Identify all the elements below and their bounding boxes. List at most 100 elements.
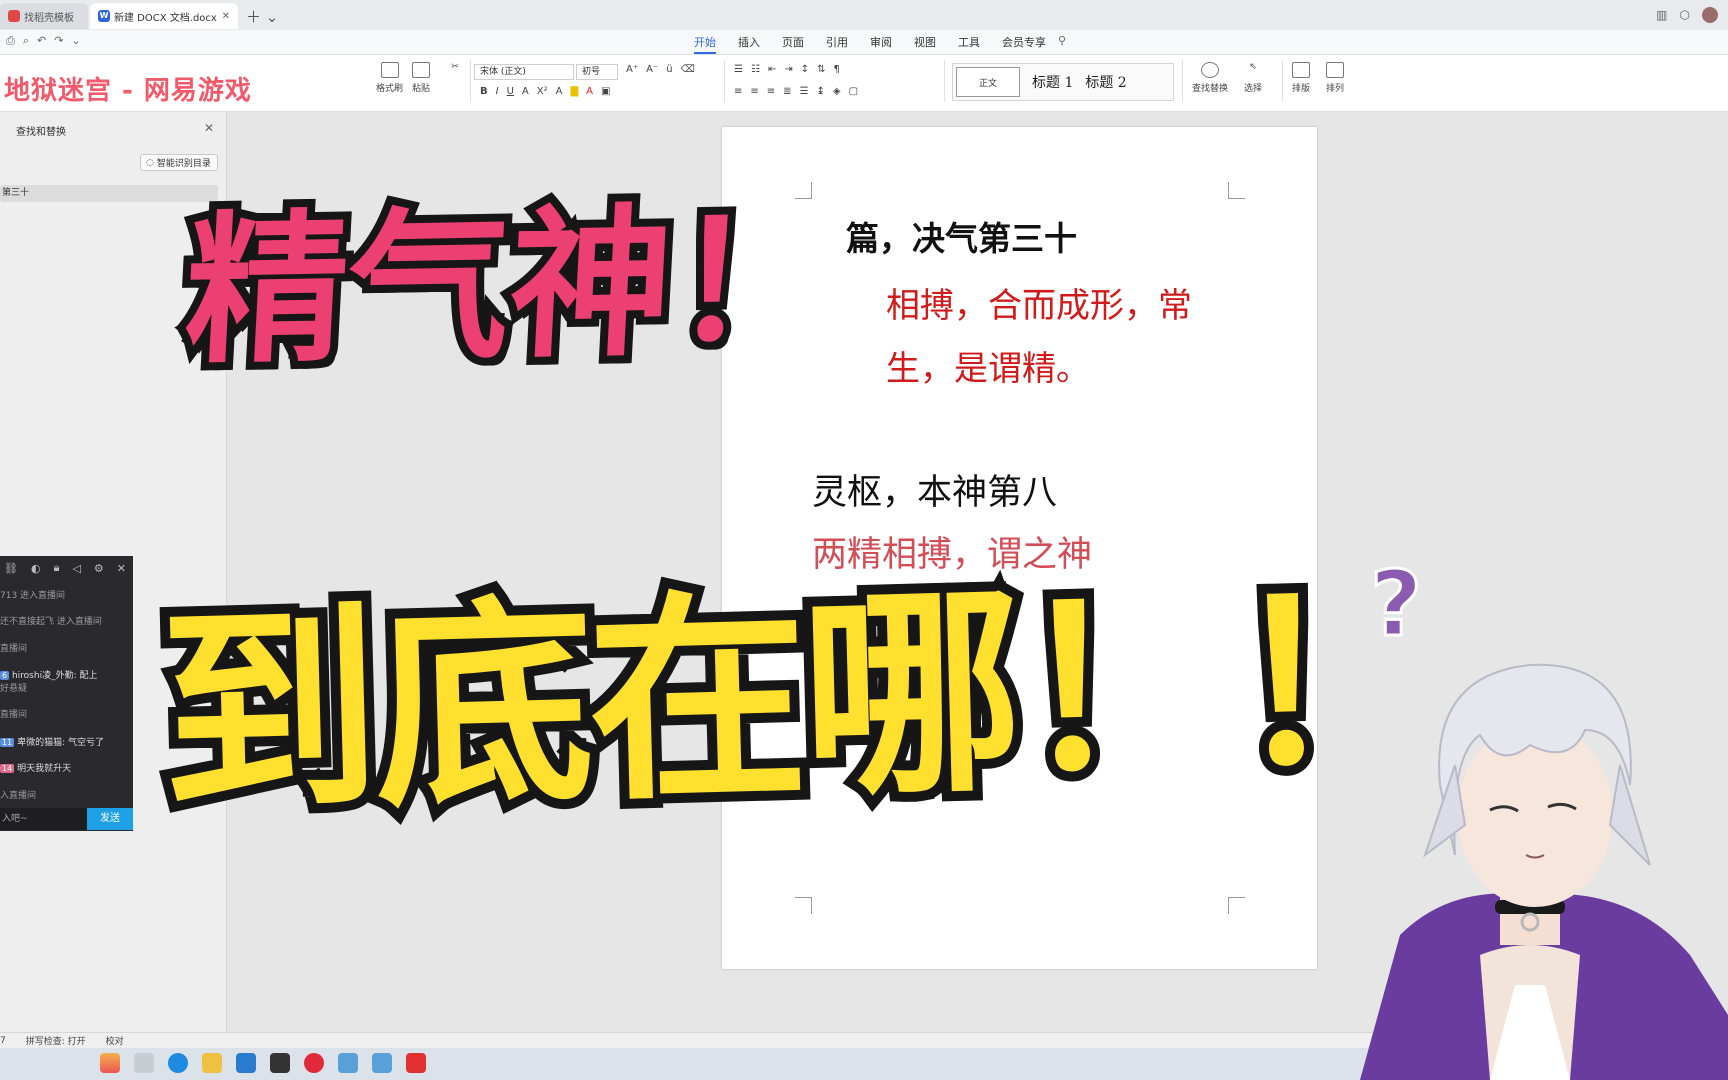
tab-member[interactable]: 会员专享: [1002, 34, 1046, 50]
shrink-font-icon[interactable]: A⁻: [646, 64, 658, 75]
line-spacing-icon[interactable]: ↨: [817, 86, 825, 97]
number-list-icon[interactable]: ☷: [751, 64, 760, 75]
layout-icon[interactable]: ▥: [1656, 8, 1667, 22]
border-icon[interactable]: ▢: [849, 86, 858, 97]
distribute-icon[interactable]: ☰: [800, 86, 809, 97]
lock-icon[interactable]: 🔒︎: [54, 561, 60, 575]
link-icon[interactable]: ⛓: [4, 562, 18, 575]
tab-reference[interactable]: 引用: [826, 34, 848, 50]
avatar[interactable]: [1702, 7, 1718, 23]
show-marks-icon[interactable]: ¶: [834, 64, 840, 75]
spell-check-toggle[interactable]: 拼写检查: 打开: [26, 1034, 86, 1047]
format-painter-label: 格式刷: [376, 84, 404, 94]
phonetic-icon[interactable]: ü: [666, 64, 672, 75]
superscript-icon[interactable]: X²: [537, 86, 548, 97]
indent-icon[interactable]: ⇥: [784, 64, 792, 75]
align-center-icon[interactable]: ≡: [750, 86, 758, 97]
tab-template[interactable]: 找稻壳模板: [0, 3, 88, 29]
shading-icon[interactable]: ◈: [833, 86, 841, 97]
tab-page[interactable]: 页面: [782, 34, 804, 50]
app-icon[interactable]: [270, 1053, 290, 1073]
char-shading-icon[interactable]: ▣: [601, 86, 610, 97]
doc-paragraph: 相搏，合而成形，常: [886, 286, 1192, 326]
chevron-down-icon[interactable]: ⌄: [71, 34, 80, 48]
toc-item[interactable]: 第三十: [0, 185, 218, 202]
sort-icon[interactable]: ⇅: [817, 64, 825, 75]
wps-icon[interactable]: [406, 1053, 426, 1073]
align-right-icon[interactable]: ≡: [767, 86, 775, 97]
italic-icon[interactable]: I: [496, 86, 499, 97]
layout-button[interactable]: 排版: [1292, 62, 1310, 94]
style-normal[interactable]: 正文: [956, 67, 1020, 97]
eraser-icon[interactable]: ⌫: [681, 64, 695, 75]
send-button[interactable]: 发送: [87, 808, 133, 830]
nav-pane-title: 查找和替换: [16, 127, 66, 138]
outdent-icon[interactable]: ⇤: [768, 64, 776, 75]
edge-browser-icon[interactable]: [168, 1053, 188, 1073]
page-indicator[interactable]: 7: [0, 1036, 6, 1046]
text-effect-icon[interactable]: A: [556, 86, 563, 97]
close-icon[interactable]: ✕: [222, 11, 230, 22]
underline-icon[interactable]: U: [507, 86, 514, 97]
style-heading-2[interactable]: 标题 2: [1085, 72, 1126, 92]
paste-label: 粘贴: [412, 84, 431, 94]
highlight-icon[interactable]: ▇: [570, 86, 578, 97]
new-tab-button[interactable]: ＋ ⌄: [246, 6, 278, 27]
margin-mark: [1228, 182, 1245, 199]
close-icon[interactable]: ✕: [204, 121, 214, 135]
tab-view[interactable]: 视图: [914, 34, 936, 50]
chat-text: 配上: [79, 671, 98, 681]
layout-icon: [1292, 62, 1310, 78]
volume-icon[interactable]: ◁: [72, 562, 80, 575]
select-button[interactable]: ⇖ 选择: [1244, 62, 1262, 94]
search-icon[interactable]: ⚲: [1058, 34, 1066, 47]
arrange-button[interactable]: 排列: [1326, 62, 1344, 94]
tab-review[interactable]: 审阅: [870, 34, 892, 50]
bullet-list-icon[interactable]: ☰: [734, 64, 743, 75]
chat-message: 直播间: [0, 710, 28, 720]
app-icon[interactable]: [372, 1053, 392, 1073]
music-app-icon[interactable]: [304, 1053, 324, 1073]
tab-insert[interactable]: 插入: [738, 34, 760, 50]
cut-button[interactable]: ✂: [446, 62, 464, 81]
justify-icon[interactable]: ≣: [783, 86, 791, 97]
font-size-select[interactable]: 初号: [576, 64, 618, 80]
format-painter-button[interactable]: 格式刷: [376, 62, 403, 94]
smart-toc-button[interactable]: ◌ 智能识别目录: [140, 154, 218, 171]
folder-icon[interactable]: [202, 1053, 222, 1073]
preview-icon[interactable]: ⌕: [23, 34, 29, 48]
strike-icon[interactable]: A: [522, 86, 529, 97]
paste-button[interactable]: 粘贴: [412, 62, 430, 94]
chat-input[interactable]: 入吧~: [0, 808, 87, 830]
ribbon: [0, 55, 1728, 112]
mail-icon[interactable]: [236, 1053, 256, 1073]
find-replace-button[interactable]: 查找替换: [1192, 62, 1228, 94]
font-color-icon[interactable]: A: [586, 86, 593, 97]
cube-icon[interactable]: ⬡: [1680, 8, 1690, 22]
task-view-icon[interactable]: [134, 1053, 154, 1073]
tab-home[interactable]: 开始: [694, 34, 716, 54]
tab-tools[interactable]: 工具: [958, 34, 980, 50]
gear-icon[interactable]: ⚙: [94, 562, 104, 575]
bold-icon[interactable]: B: [480, 86, 488, 97]
proofread-button[interactable]: 校对: [106, 1034, 124, 1047]
grow-font-icon[interactable]: A⁺: [626, 64, 638, 75]
balloon-widget-icon[interactable]: [100, 1053, 120, 1073]
font-size-tools: A⁺ A⁻ ü ⌫: [626, 64, 695, 75]
redo-icon[interactable]: ↷: [54, 34, 63, 48]
undo-icon[interactable]: ↶: [37, 34, 46, 48]
arrange-icon: [1326, 62, 1344, 78]
font-size-arrow-icon[interactable]: ↕: [801, 64, 809, 75]
level-badge: 6: [0, 671, 10, 680]
speaker-icon[interactable]: ◐: [31, 562, 41, 575]
tab-document[interactable]: W 新建 DOCX 文档.docx ✕: [90, 3, 238, 29]
font-name-select[interactable]: 宋体 (正文): [474, 64, 574, 80]
divider: [724, 60, 725, 102]
style-heading-1[interactable]: 标题 1: [1032, 72, 1073, 92]
print-icon[interactable]: ⎙: [6, 34, 15, 48]
align-left-icon[interactable]: ≡: [734, 86, 742, 97]
margin-mark: [795, 897, 812, 914]
chat-message: 还不直接起飞 进入直播间: [0, 617, 102, 627]
app-icon[interactable]: [338, 1053, 358, 1073]
close-icon[interactable]: ✕: [117, 562, 126, 575]
